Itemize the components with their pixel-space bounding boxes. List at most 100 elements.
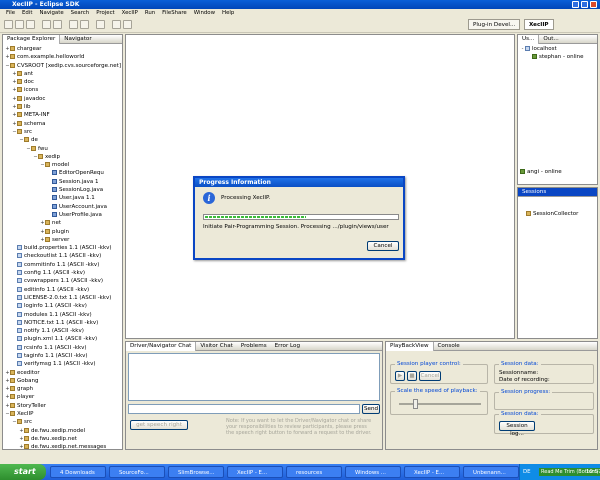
chat-history[interactable] (128, 353, 380, 401)
list-item[interactable]: stephan - online (518, 53, 597, 61)
tree-item[interactable]: + StoryTeller (3, 402, 122, 410)
tree-item[interactable]: + plugin (3, 228, 122, 236)
player-cancel-button[interactable]: Cancel (419, 371, 441, 381)
task-button[interactable]: Unbenann... (463, 466, 519, 478)
menu-file[interactable]: File (6, 10, 15, 16)
tree-item[interactable]: build.properties 1.1 (ASCII -kkv) (3, 244, 122, 252)
tab-error-log[interactable]: Error Log (271, 342, 304, 351)
tree-item[interactable]: + de.fwu.xedip.net (3, 435, 122, 443)
tree-item[interactable]: config 1.1 (ASCII -kkv) (3, 269, 122, 277)
tree-item[interactable]: LICENSE-2.0.txt 1.1 (ASCII -kkv) (3, 294, 122, 302)
list-item[interactable]: SessionCollector (518, 210, 597, 218)
tree-item[interactable]: commitinfo 1.1 (ASCII -kkv) (3, 261, 122, 269)
maximize-button[interactable] (581, 1, 588, 8)
tree-item[interactable]: − src (3, 418, 122, 426)
tree-item[interactable]: − xedip (3, 153, 122, 161)
tree-item[interactable]: + icons (3, 86, 122, 94)
tab-problems[interactable]: Problems (237, 342, 271, 351)
run-icon[interactable] (80, 20, 89, 29)
menu-help[interactable]: Help (222, 10, 234, 16)
tab-console[interactable]: Console (434, 342, 464, 351)
task-button[interactable]: SourceFo... (109, 466, 165, 478)
language-indicator[interactable]: DE (523, 464, 531, 480)
tree-item[interactable]: taginfo 1.1 (ASCII -kkv) (3, 352, 122, 360)
menu-edit[interactable]: Edit (22, 10, 32, 16)
tree-item[interactable]: − XecIIP (3, 410, 122, 418)
external-tools-icon[interactable] (96, 20, 105, 29)
tree-item[interactable]: modules 1.1 (ASCII -kkv) (3, 311, 122, 319)
tree-item[interactable]: + lib (3, 103, 122, 111)
back-icon[interactable] (112, 20, 121, 29)
tree-item[interactable]: + player (3, 393, 122, 401)
tab-playback-view[interactable]: PlayBackView (386, 342, 434, 351)
tree-item[interactable]: UserAccount.java (3, 203, 122, 211)
tree-item[interactable]: + javadoc (3, 95, 122, 103)
tree-item[interactable]: Session.java 1 (3, 178, 122, 186)
menu-fileshare[interactable]: FileShare (162, 10, 187, 16)
speed-slider-thumb[interactable] (413, 399, 418, 409)
menu-run[interactable]: Run (145, 10, 155, 16)
tree-item[interactable]: UserProfile.java (3, 211, 122, 219)
tree-item[interactable]: + chargear (3, 45, 122, 53)
tree-item[interactable]: User.java 1.1 (3, 194, 122, 202)
tree-item[interactable]: + de.fwu.xedip.net.messages (3, 443, 122, 449)
search-icon[interactable] (53, 20, 62, 29)
tab-users[interactable]: Us... (518, 35, 540, 44)
tree-item[interactable]: + net (3, 219, 122, 227)
task-button[interactable]: resources (286, 466, 342, 478)
perspective-xeciip-button[interactable]: XecIIP (524, 19, 554, 30)
tree-item[interactable]: + server (3, 236, 122, 244)
stop-icon[interactable]: ■ (407, 371, 417, 381)
tab-outline[interactable]: Out... (539, 35, 562, 44)
menu-window[interactable]: Window (194, 10, 215, 16)
send-button[interactable]: Send (362, 404, 380, 414)
tree-item[interactable]: − model (3, 161, 122, 169)
tree-item[interactable]: + graph (3, 385, 122, 393)
tree-item[interactable]: notify 1.1 (ASCII -kkv) (3, 327, 122, 335)
tree-item[interactable]: − fwu (3, 145, 122, 153)
task-button[interactable]: 4 Downloads (50, 466, 106, 478)
tree-item[interactable]: − src (3, 128, 122, 136)
new-icon[interactable] (4, 20, 13, 29)
tab-package-explorer[interactable]: Package Explorer (3, 35, 61, 44)
save-icon[interactable] (15, 20, 24, 29)
tree-item[interactable]: + schema (3, 120, 122, 128)
tree-item[interactable]: + Gobang (3, 377, 122, 385)
tab-driver-navigator-chat[interactable]: Driver/Navigator Chat (126, 342, 197, 351)
menu-search[interactable]: Search (71, 10, 90, 16)
menu-project[interactable]: Project (96, 10, 114, 16)
debug-icon[interactable] (69, 20, 78, 29)
list-item[interactable]: angi - online (520, 167, 562, 177)
open-type-icon[interactable] (42, 20, 51, 29)
close-button[interactable] (590, 1, 597, 8)
task-button[interactable]: XecIIP - E... (404, 466, 460, 478)
tree-item[interactable]: cvswrappers 1.1 (ASCII -kkv) (3, 277, 122, 285)
cancel-button[interactable]: Cancel (367, 241, 399, 251)
tab-visitor-chat[interactable]: Visitor Chat (196, 342, 237, 351)
forward-icon[interactable] (123, 20, 132, 29)
task-button[interactable]: SlimBrowse... (168, 466, 224, 478)
play-icon[interactable]: ▶ (395, 371, 405, 381)
task-button[interactable]: XecIIP - E... (227, 466, 283, 478)
tree-item[interactable]: editinfo 1.1 (ASCII -kkv) (3, 286, 122, 294)
tree-item[interactable]: + com.example.helloworld (3, 53, 122, 61)
session-log-button[interactable]: Session log... (499, 421, 535, 437)
menu-navigate[interactable]: Navigate (39, 10, 63, 16)
chat-input[interactable] (128, 404, 360, 414)
task-button[interactable]: Windows ... (345, 466, 401, 478)
tree-item[interactable]: verifymsg 1.1 (ASCII -kkv) (3, 360, 122, 368)
tree-item[interactable]: + doc (3, 78, 122, 86)
tree-item[interactable]: SessionLog.java (3, 186, 122, 194)
menu-xeciip[interactable]: XecIIP (122, 10, 138, 16)
start-button[interactable]: start (0, 464, 46, 480)
tree-item[interactable]: plugin.xml 1.1 (ASCII -kkv) (3, 335, 122, 343)
tree-item[interactable]: NOTICE.txt 1.1 (ASCII -kkv) (3, 319, 122, 327)
tree-item[interactable]: + de.fwu.xedip.model (3, 427, 122, 435)
perspective-plugin-button[interactable]: Plug-in Devel... (468, 19, 521, 30)
tree-item[interactable]: − CVSROOT [xedip.cvs.sourceforge.net] (3, 62, 122, 70)
minimize-button[interactable] (572, 1, 579, 8)
tree-item[interactable]: EditorOpenRequ (3, 169, 122, 177)
tree-item[interactable]: checkoutlist 1.1 (ASCII -kkv) (3, 252, 122, 260)
list-item[interactable]: - localhost (518, 45, 597, 53)
tab-sessions[interactable]: Sessions (518, 188, 550, 197)
